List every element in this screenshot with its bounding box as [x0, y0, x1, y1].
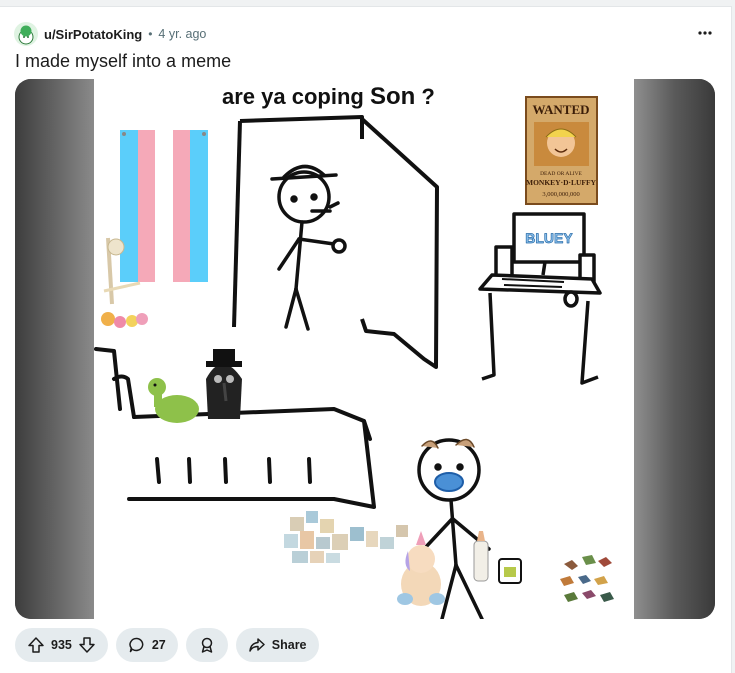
media-blur-right	[634, 79, 715, 619]
post-actions: 935 27 Share	[15, 628, 319, 664]
share-button[interactable]: Share	[235, 628, 319, 662]
plague-doctor-plush	[206, 349, 242, 419]
comment-bubble-icon	[129, 637, 144, 653]
post-title[interactable]: I made myself into a meme	[15, 51, 231, 72]
comment-count: 27	[151, 638, 166, 652]
more-horizontal-icon	[698, 31, 712, 35]
post-media[interactable]: are ya coping Son ? WANTED DEAD OR ALIVE…	[15, 79, 715, 619]
vote-count: 935	[51, 638, 72, 652]
meme-image: are ya coping Son ? WANTED DEAD OR ALIVE…	[94, 79, 634, 619]
poster-header: WANTED	[532, 102, 589, 117]
award-icon	[201, 637, 213, 653]
meta-separator: •	[148, 27, 153, 41]
vote-control: 935	[15, 628, 108, 662]
upvote-arrow-icon[interactable]	[27, 636, 45, 654]
author-link[interactable]: u/SirPotatoKing	[44, 27, 142, 42]
wanted-poster: WANTED DEAD OR ALIVE MONKEY·D·LUFFY 3,00…	[525, 96, 598, 205]
poster-name: MONKEY·D·LUFFY	[526, 178, 597, 187]
trans-flag	[120, 130, 208, 282]
monitor-logo: BLUEY	[525, 230, 573, 246]
father-stick-figure	[270, 164, 347, 331]
unicorn-plush	[397, 531, 445, 606]
more-options-button[interactable]	[690, 19, 720, 47]
share-arrow-icon	[249, 638, 265, 652]
building-blocks	[284, 511, 408, 563]
meme-drawing: WANTED DEAD OR ALIVE MONKEY·D·LUFFY 3,00…	[94, 96, 614, 619]
toy-dinosaurs	[560, 555, 614, 602]
media-blur-left	[15, 79, 94, 619]
poster-subtitle: DEAD OR ALIVE	[540, 171, 582, 177]
computer-desk: BLUEY	[478, 212, 602, 385]
downvote-arrow-icon[interactable]	[78, 636, 96, 654]
snoo-avatar-icon[interactable]	[14, 22, 38, 46]
share-label: Share	[271, 638, 307, 652]
award-button[interactable]	[185, 628, 228, 662]
post-header: u/SirPotatoKing • 4 yr. ago	[14, 19, 206, 49]
comments-button[interactable]: 27	[115, 628, 178, 662]
poster-bounty: 3,000,000,000	[542, 191, 579, 198]
post-card: u/SirPotatoKing • 4 yr. ago I made mysel…	[0, 6, 732, 673]
post-timestamp: 4 yr. ago	[158, 27, 207, 41]
